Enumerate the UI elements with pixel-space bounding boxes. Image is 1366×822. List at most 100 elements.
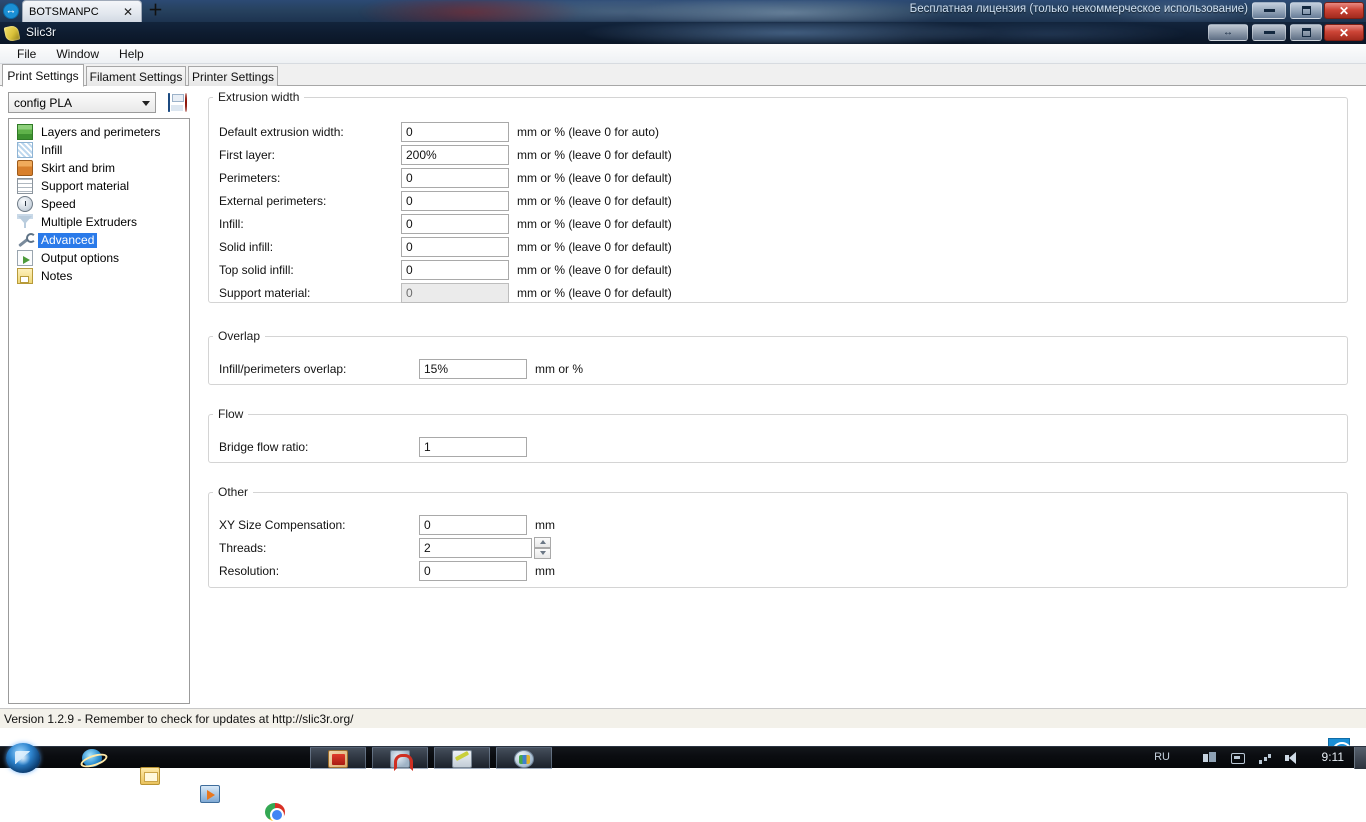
delete-circle-icon [185, 93, 187, 112]
infill-perimeters-overlap-input[interactable]: 15% [419, 358, 527, 379]
notes-icon [17, 268, 33, 284]
field-label: Bridge flow ratio: [219, 439, 309, 454]
tree-item-support-material[interactable]: Support material [9, 177, 189, 195]
remote-session-tab[interactable]: BOTSMANPC ✕ [22, 0, 142, 22]
tree-item-label: Support material [41, 178, 130, 193]
taskbar-window-magnet[interactable] [372, 747, 428, 771]
solid-infill-input[interactable]: 0 [401, 236, 509, 257]
menu-item-window[interactable]: Window [47, 45, 108, 63]
tree-item-notes[interactable]: Notes [9, 267, 189, 285]
funnel-icon [17, 214, 33, 230]
settings-category-tree[interactable]: Layers and perimeters Infill Skirt and b… [8, 118, 190, 704]
window-minimize-button[interactable] [1252, 24, 1286, 41]
google-chrome-icon[interactable] [265, 803, 285, 822]
field-row-threads: Threads: 2 [219, 536, 551, 559]
remote-maximize-button[interactable] [1290, 2, 1322, 19]
bridge-flow-ratio-input[interactable]: 1 [419, 436, 527, 457]
settings-content: config PLA Layers and perimeters Infill … [0, 86, 1366, 762]
field-label: XY Size Compensation: [219, 517, 346, 532]
close-icon[interactable]: ✕ [121, 5, 135, 19]
group-overlap: Overlap Infill/perimeters overlap: 15% m… [208, 329, 1348, 385]
resolution-input[interactable]: 0 [419, 560, 527, 581]
skirt-icon [17, 160, 33, 176]
remote-close-button[interactable]: ✕ [1324, 2, 1364, 19]
windows-start-orb-icon[interactable] [6, 743, 40, 773]
language-indicator[interactable]: RU [1154, 751, 1170, 763]
preset-select[interactable]: config PLA [8, 92, 156, 113]
window-title-bar: Slic3r [0, 22, 1366, 44]
status-bar: Version 1.2.9 - Remember to check for up… [0, 708, 1366, 728]
infill-input[interactable]: 0 [401, 213, 509, 234]
signal-icon[interactable] [1259, 752, 1272, 764]
stepper-down-icon[interactable] [534, 547, 551, 559]
taskbar-window-cube[interactable] [310, 747, 366, 769]
tree-item-label: Notes [41, 268, 73, 283]
perimeters-input[interactable]: 0 [401, 167, 509, 188]
teamviewer-arrows-icon [3, 3, 19, 19]
field-label: Infill: [219, 216, 244, 231]
tree-item-label: Infill [41, 142, 63, 157]
monitor-icon[interactable] [1231, 752, 1245, 764]
window-restore-button[interactable]: ↔ [1208, 24, 1248, 41]
group-title: Other [218, 485, 249, 499]
field-unit: mm or % (leave 0 for default) [517, 262, 672, 277]
tree-item-output-options[interactable]: Output options [9, 249, 189, 267]
field-unit: mm or % (leave 0 for default) [517, 285, 672, 300]
stepper-up-icon[interactable] [534, 536, 551, 548]
field-label: Resolution: [219, 563, 280, 578]
threads-stepper[interactable] [534, 536, 551, 559]
wrench-icon [17, 232, 36, 248]
tree-item-label: Advanced [38, 232, 98, 248]
windows-media-player-icon[interactable] [200, 785, 220, 803]
field-row-xy-size-compensation: XY Size Compensation: 0 mm [219, 513, 555, 536]
xy-size-compensation-input[interactable]: 0 [419, 514, 527, 535]
group-title: Flow [218, 407, 244, 421]
save-preset-button[interactable] [168, 93, 184, 112]
network-icon[interactable] [1203, 752, 1216, 764]
taskbar-window-pencil[interactable] [434, 747, 490, 769]
group-title: Extrusion width [218, 90, 300, 104]
folder-icon[interactable] [140, 767, 160, 785]
remote-session-tab-label: BOTSMANPC [29, 5, 99, 18]
internet-explorer-icon[interactable] [82, 749, 102, 767]
field-row-bridge-flow-ratio: Bridge flow ratio: 1 [219, 435, 527, 458]
tree-item-label: Layers and perimeters [41, 124, 161, 139]
first-layer-input[interactable]: 200% [401, 144, 509, 165]
taskbar-clock[interactable]: 9:11 [1322, 750, 1344, 764]
tree-item-infill[interactable]: Infill [9, 141, 189, 159]
field-unit: mm or % (leave 0 for default) [517, 216, 672, 231]
layers-icon [17, 124, 33, 140]
chevron-down-icon [142, 101, 150, 106]
tab-print-settings[interactable]: Print Settings [2, 64, 84, 87]
settings-tab-strip: Print Settings Filament Settings Printer… [0, 64, 1366, 87]
field-label: Threads: [219, 540, 267, 555]
new-tab-button[interactable]: ＋ [148, 3, 163, 18]
field-label: External perimeters: [219, 193, 327, 208]
show-desktop-button[interactable] [1354, 747, 1366, 769]
menu-item-file[interactable]: File [8, 45, 45, 63]
menu-item-help[interactable]: Help [110, 45, 153, 63]
window-maximize-button[interactable] [1290, 24, 1322, 41]
field-unit: mm or % (leave 0 for default) [517, 239, 672, 254]
tab-printer-settings[interactable]: Printer Settings [188, 66, 278, 87]
threads-input[interactable]: 2 [419, 537, 532, 558]
tree-item-multiple-extruders[interactable]: Multiple Extruders [9, 213, 189, 231]
group-flow: Flow Bridge flow ratio: 1 [208, 407, 1348, 463]
tree-item-skirt-and-brim[interactable]: Skirt and brim [9, 159, 189, 177]
settings-pane: Extrusion width Default extrusion width:… [200, 90, 1356, 762]
tree-item-layers-and-perimeters[interactable]: Layers and perimeters [9, 123, 189, 141]
delete-preset-button[interactable] [185, 93, 201, 112]
window-close-button[interactable]: ✕ [1324, 24, 1364, 41]
field-unit: mm or % (leave 0 for auto) [517, 124, 660, 139]
remote-minimize-button[interactable] [1252, 2, 1286, 19]
tree-item-advanced[interactable]: Advanced [9, 231, 189, 249]
default-extrusion-width-input[interactable]: 0 [401, 121, 509, 142]
external-perimeters-input[interactable]: 0 [401, 190, 509, 211]
top-solid-infill-input[interactable]: 0 [401, 259, 509, 280]
tab-filament-settings[interactable]: Filament Settings [86, 66, 186, 87]
field-label: Infill/perimeters overlap: [219, 361, 347, 376]
tree-item-speed[interactable]: Speed [9, 195, 189, 213]
volume-icon[interactable] [1285, 752, 1298, 764]
maximize-icon [1301, 28, 1311, 37]
taskbar-window-paint[interactable] [496, 747, 552, 769]
